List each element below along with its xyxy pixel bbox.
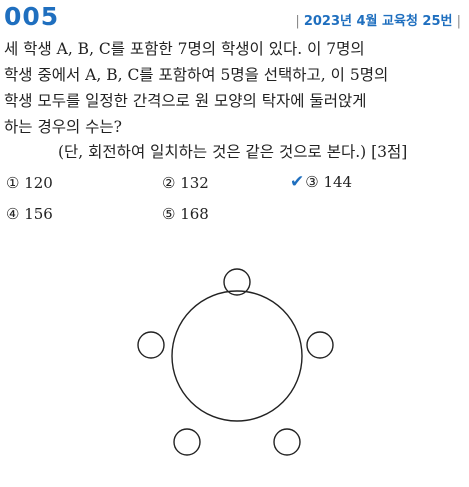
round-table-diagram — [137, 268, 334, 456]
seat-left — [137, 331, 165, 359]
problem-number: 005 — [4, 2, 60, 31]
choice-label: ③ 144 — [305, 173, 353, 191]
check-icon: ✔ — [290, 172, 305, 192]
problem-line: 세 학생 A, B, C를 포함한 7명의 학생이 있다. 이 7명의 — [4, 40, 365, 58]
problem-line: 학생 모두를 일정한 간격으로 원 모양의 탁자에 둘러앉게 — [4, 92, 367, 110]
source-divider: | — [295, 14, 304, 29]
round-table — [171, 290, 303, 422]
choice-label: ⑤ 168 — [162, 205, 209, 223]
seat-bottom-left — [173, 428, 201, 456]
problem-line: 하는 경우의 수는? — [4, 118, 122, 136]
choice-3[interactable]: ✔③ 144 — [290, 172, 352, 192]
choice-5[interactable]: ⑤ 168 — [162, 205, 209, 223]
choice-label: ① 120 — [6, 174, 53, 192]
seat-bottom-right — [273, 428, 301, 456]
seat-right — [306, 331, 334, 359]
choice-label: ④ 156 — [6, 205, 53, 223]
source-text: 2023년 4월 교육청 25번 — [303, 14, 453, 29]
problem-line: 학생 중에서 A, B, C를 포함하여 5명을 선택하고, 이 5명의 — [4, 66, 389, 84]
choice-label: ② 132 — [162, 174, 209, 192]
choice-2[interactable]: ② 132 — [162, 174, 209, 192]
problem-condition: (단, 회전하여 일치하는 것은 같은 것으로 본다.) [3점] — [58, 143, 408, 161]
source-divider-end: | — [452, 14, 461, 29]
problem-source: | 2023년 4월 교육청 25번 | — [295, 10, 461, 29]
choice-4[interactable]: ④ 156 — [6, 205, 53, 223]
problem-statement: 세 학생 A, B, C를 포함한 7명의 학생이 있다. 이 7명의 학생 중… — [4, 36, 466, 140]
choice-1[interactable]: ① 120 — [6, 174, 53, 192]
